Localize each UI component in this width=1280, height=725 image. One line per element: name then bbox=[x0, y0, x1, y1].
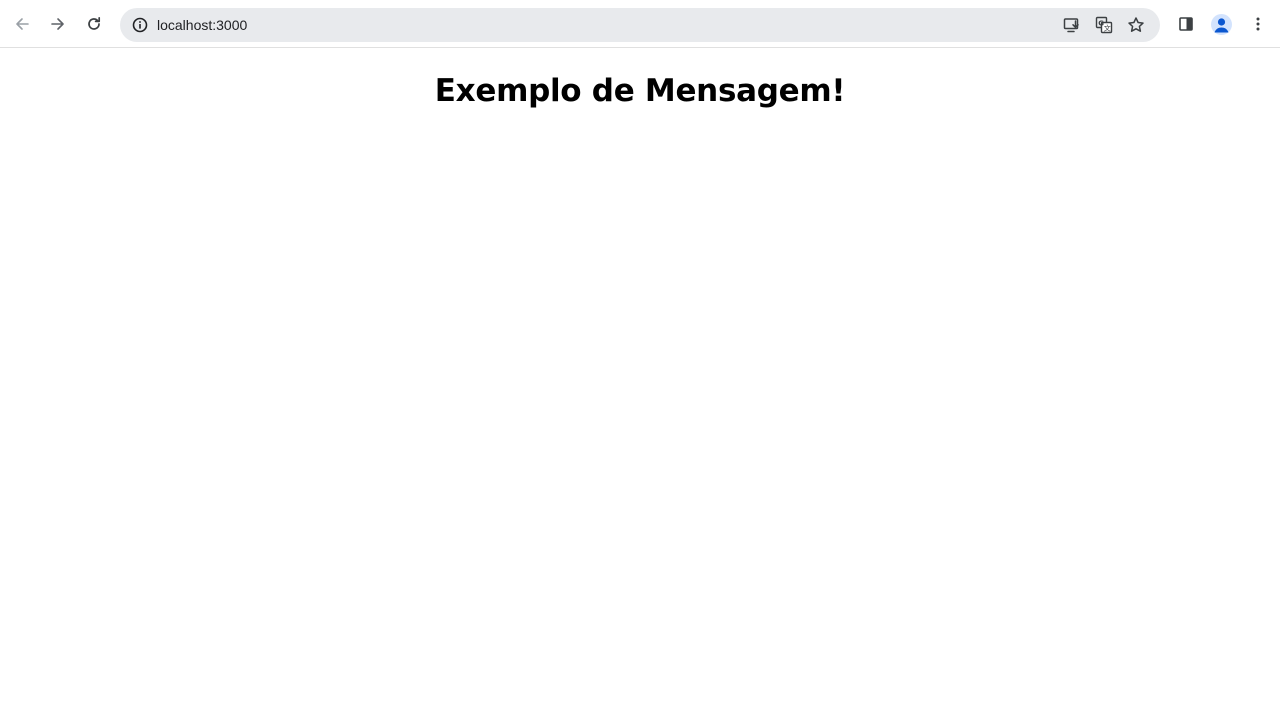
arrow-right-icon bbox=[51, 18, 64, 30]
star-icon bbox=[1128, 17, 1144, 32]
install-app-icon bbox=[1063, 18, 1079, 33]
forward-button[interactable] bbox=[44, 9, 72, 39]
reload-button[interactable] bbox=[80, 9, 108, 39]
arrow-left-icon bbox=[16, 18, 29, 30]
back-button[interactable] bbox=[8, 9, 36, 39]
side-panel-icon bbox=[1179, 17, 1193, 31]
page-title: Exemplo de Mensagem! bbox=[434, 73, 846, 109]
side-panel-button[interactable] bbox=[1173, 11, 1199, 37]
bookmark-button[interactable] bbox=[1124, 13, 1148, 37]
profile-button[interactable] bbox=[1211, 14, 1232, 35]
url-text[interactable]: localhost:3000 bbox=[157, 8, 247, 42]
svg-text:文: 文 bbox=[1104, 24, 1111, 33]
browser-toolbar: localhost:3000 G 文 bbox=[0, 0, 1280, 48]
translate-icon: G 文 bbox=[1095, 16, 1113, 34]
translate-button[interactable]: G 文 bbox=[1092, 13, 1116, 37]
install-app-button[interactable] bbox=[1060, 13, 1084, 37]
profile-avatar-icon bbox=[1214, 18, 1229, 33]
info-circle-icon bbox=[132, 17, 148, 33]
reload-icon bbox=[88, 16, 101, 30]
browser-menu-button[interactable] bbox=[1245, 11, 1271, 37]
kebab-menu-icon bbox=[1256, 17, 1260, 31]
site-info-button[interactable] bbox=[128, 13, 152, 37]
page-content: Exemplo de Mensagem! bbox=[0, 49, 1280, 725]
address-bar[interactable]: localhost:3000 G 文 bbox=[120, 8, 1160, 42]
